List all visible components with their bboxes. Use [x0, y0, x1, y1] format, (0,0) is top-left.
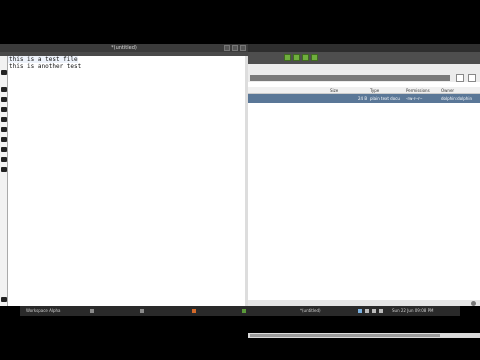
- taskbar-window-button[interactable]: [242, 307, 247, 315]
- taskbar-window-button[interactable]: [140, 307, 145, 315]
- text-editor-window[interactable]: *(untitled) this is a test file this is …: [0, 44, 248, 306]
- back-icon[interactable]: [284, 54, 291, 61]
- window-icon: [90, 309, 94, 313]
- file-manager-window[interactable]: Size Type Permissions Owner 24 B plain t…: [248, 44, 480, 338]
- window-icon: [242, 309, 246, 313]
- window-icon: [140, 309, 144, 313]
- editor-sidebar: [0, 56, 8, 306]
- folder-icon[interactable]: [1, 117, 7, 122]
- up-icon[interactable]: [302, 54, 309, 61]
- volume-icon[interactable]: [365, 309, 369, 313]
- column-permissions-header[interactable]: Permissions: [406, 87, 430, 94]
- workspace-switcher[interactable]: Workspace Alpha: [26, 307, 61, 315]
- editor-line: this is another test: [9, 63, 82, 70]
- file-list-header: Size Type Permissions Owner: [248, 87, 480, 94]
- folder-icon[interactable]: [1, 97, 7, 102]
- file-type: plain text docu: [370, 96, 400, 101]
- maximize-icon[interactable]: [232, 45, 238, 51]
- network-icon[interactable]: [358, 309, 362, 313]
- reload-icon[interactable]: [311, 54, 318, 61]
- home-icon[interactable]: [468, 74, 476, 82]
- power-icon[interactable]: [379, 309, 383, 313]
- expand-icon[interactable]: [1, 297, 7, 302]
- forward-icon[interactable]: [293, 54, 300, 61]
- editor-line: this is a test file: [8, 56, 78, 63]
- file-permissions: -rw-r--r--: [406, 96, 423, 101]
- taskbar-active-window[interactable]: *(untitled): [300, 307, 321, 315]
- column-owner-header[interactable]: Owner: [441, 87, 454, 94]
- minimize-icon[interactable]: [224, 45, 230, 51]
- editor-titlebar[interactable]: *(untitled): [0, 44, 248, 52]
- table-row[interactable]: 24 B plain text docu -rw-r--r-- dolphin:…: [248, 94, 480, 103]
- battery-icon[interactable]: [372, 309, 376, 313]
- location-bar: [248, 64, 480, 82]
- file-list[interactable]: Size Type Permissions Owner 24 B plain t…: [248, 82, 480, 338]
- scrollbar-thumb[interactable]: [250, 334, 440, 337]
- close-icon[interactable]: [240, 45, 246, 51]
- file-icon[interactable]: [1, 70, 7, 75]
- file-owner: dolphin:dolphin: [441, 96, 472, 101]
- taskbar-window-button[interactable]: [192, 307, 197, 315]
- folder-icon[interactable]: [1, 127, 7, 132]
- file-manager-titlebar[interactable]: [248, 44, 480, 52]
- workspace-label: Workspace Alpha: [26, 308, 61, 313]
- zoom-icon[interactable]: [471, 301, 476, 306]
- folder-icon[interactable]: [1, 147, 7, 152]
- column-type-header[interactable]: Type: [370, 87, 379, 94]
- clock[interactable]: Sun 22 Jun 09:08 PM: [392, 307, 433, 315]
- tool-icon[interactable]: [1, 167, 7, 172]
- active-window-label: *(untitled): [300, 308, 321, 313]
- taskbar-window-button[interactable]: [90, 307, 95, 315]
- folder-icon[interactable]: [1, 137, 7, 142]
- taskbar: Workspace Alpha *(untitled) Sun 22 Jun 0…: [20, 306, 460, 316]
- editor-text-area[interactable]: this is a test file this is another test: [8, 56, 246, 306]
- column-size-header[interactable]: Size: [330, 87, 338, 94]
- location-input[interactable]: [250, 75, 450, 81]
- folder-icon[interactable]: [1, 107, 7, 112]
- window-icon: [192, 309, 196, 313]
- file-manager-toolbar: [248, 52, 480, 64]
- folder-icon[interactable]: [1, 87, 7, 92]
- file-size: 24 B: [358, 96, 368, 101]
- search-icon[interactable]: [456, 74, 464, 82]
- editor-title: *(untitled): [111, 45, 137, 51]
- folder-icon[interactable]: [1, 157, 7, 162]
- horizontal-scrollbar[interactable]: [248, 333, 480, 338]
